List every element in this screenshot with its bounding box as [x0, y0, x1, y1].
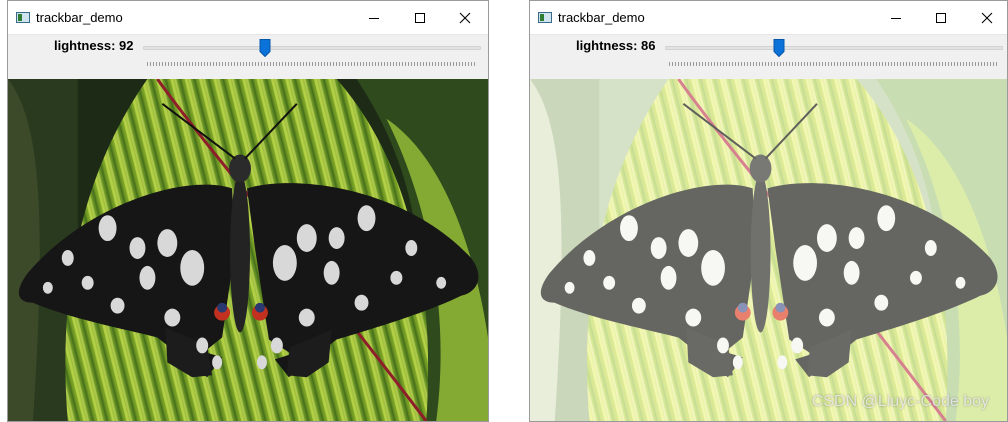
butterfly-image — [8, 79, 488, 421]
window-title: trackbar_demo — [558, 10, 645, 25]
trackbar-thumb[interactable] — [773, 39, 785, 57]
trackbar-ticks — [147, 62, 477, 66]
butterfly-image — [530, 79, 1007, 421]
title-bar[interactable]: trackbar_demo — [8, 1, 488, 34]
trackbar-ticks — [669, 62, 999, 66]
image-display — [8, 79, 488, 421]
maximize-icon[interactable] — [927, 5, 955, 31]
trackbar-window-right: trackbar_demo lightness: 86 CSDN @Liuyc-… — [529, 0, 1008, 422]
image-display — [530, 79, 1007, 421]
watermark-text: CSDN @Liuyc-Code boy — [811, 393, 989, 410]
window-title: trackbar_demo — [36, 10, 123, 25]
window-app-icon — [16, 12, 30, 23]
minimize-icon[interactable] — [882, 5, 910, 31]
close-icon[interactable] — [451, 5, 479, 31]
trackbar-window-left: trackbar_demo lightness: 92 — [7, 0, 489, 422]
trackbar-rail[interactable] — [143, 46, 481, 50]
trackbar-label: lightness: 92 — [54, 38, 134, 53]
trackbar-rail[interactable] — [665, 46, 1003, 50]
minimize-icon[interactable] — [360, 5, 388, 31]
window-app-icon — [538, 12, 552, 23]
trackbar-pane: lightness: 86 — [530, 34, 1007, 80]
close-icon[interactable] — [973, 5, 1001, 31]
trackbar-label: lightness: 86 — [576, 38, 656, 53]
trackbar-thumb[interactable] — [259, 39, 271, 57]
title-bar[interactable]: trackbar_demo — [530, 1, 1007, 34]
trackbar-pane: lightness: 92 — [8, 34, 488, 80]
maximize-icon[interactable] — [406, 5, 434, 31]
